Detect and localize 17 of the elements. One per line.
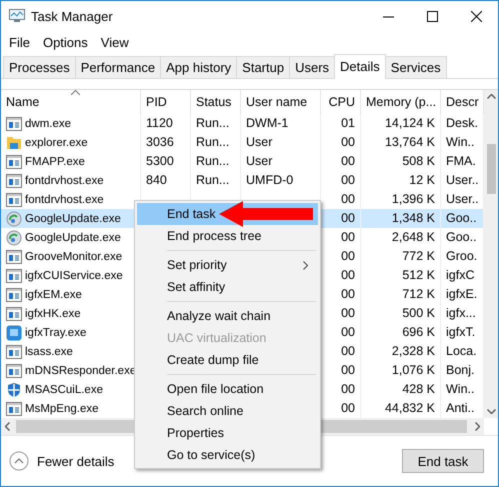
process-name: GoogleUpdate.exe <box>25 232 121 244</box>
process-name: GoogleUpdate.exe <box>25 212 121 224</box>
process-name: fontdrvhost.exe <box>25 194 104 206</box>
process-name: igfxEM.exe <box>25 288 82 300</box>
process-name: MSASCuiL.exe <box>25 384 103 396</box>
process-name: dwm.exe <box>25 118 72 130</box>
process-name: GrooveMonitor.exe <box>25 250 122 262</box>
process-name: igfxTray.exe <box>25 326 86 338</box>
process-name: mDNSResponder.exe <box>25 364 136 376</box>
process-name: igfxCUIService.exe <box>25 270 123 282</box>
window-title: Task Manager <box>31 8 114 24</box>
process-name: FMAPP.exe <box>25 156 85 168</box>
process-name: igfxHK.exe <box>25 308 81 320</box>
process-name: MsMpEng.exe <box>25 402 99 414</box>
process-name: explorer.exe <box>25 136 88 148</box>
process-name: lsass.exe <box>25 346 73 358</box>
process-name: fontdrvhost.exe <box>25 174 104 186</box>
